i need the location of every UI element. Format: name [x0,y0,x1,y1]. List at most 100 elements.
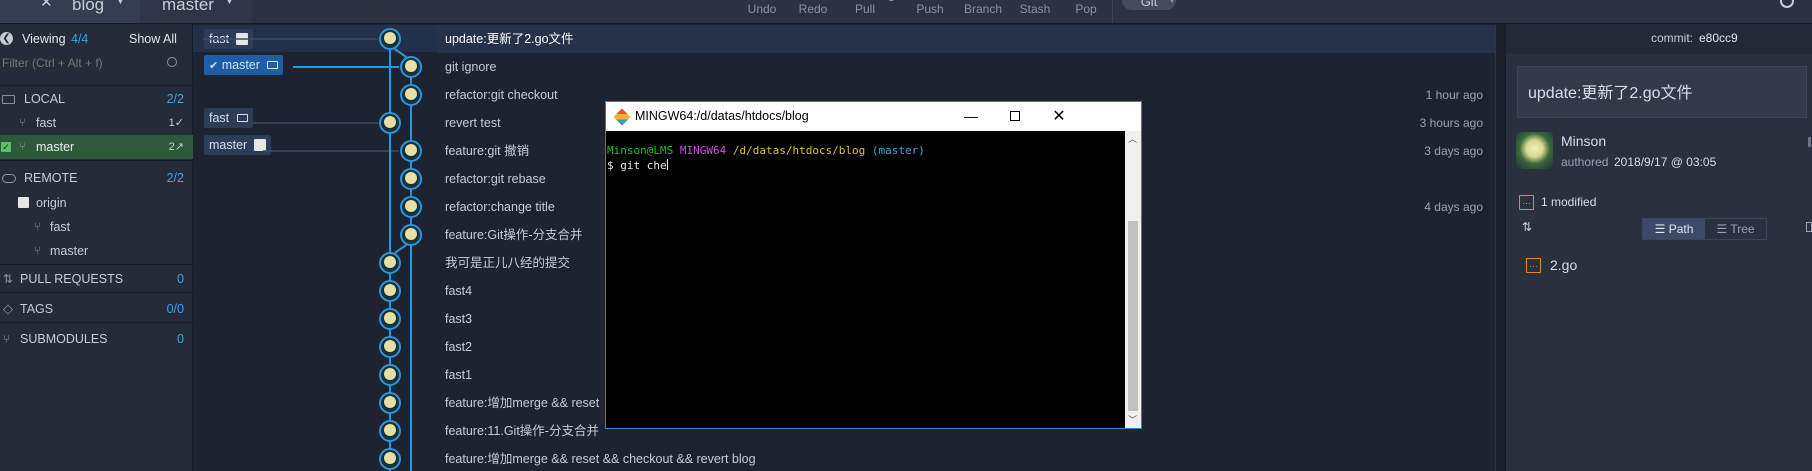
commit-avatar-icon [384,452,396,464]
path-view-label: Path [1668,222,1694,236]
local-branch-fast-status: 1✓ [168,117,184,129]
local-branch-master-status: 2↗ [168,141,184,153]
tab-repo[interactable]: blog [72,0,104,23]
edge-marker-icon [1806,222,1812,232]
commit-message: update:更新了2.go文件 [1528,85,1693,102]
commit-avatar-icon [384,312,396,324]
submodules-header[interactable]: ⑂ SUBMODULES 0 [0,327,193,351]
commit-hash-row: commit: e80cc9 [1506,24,1812,54]
edge-marker-icon [1808,137,1811,147]
file-row[interactable]: … 2.go [1506,254,1812,278]
terminal-title: MINGW64:/d/datas/htdocs/blog [635,109,809,123]
commit-message: refactor:git checkout [445,88,558,102]
terminal-titlebar[interactable]: MINGW64:/d/datas/htdocs/blog — ✕ [606,102,1141,131]
modified-file-icon: … [1526,258,1541,273]
viewing-row: ❮ Viewing 4/4 Show All [0,27,193,51]
remote-section-header[interactable]: REMOTE 2/2 [0,166,193,190]
tab-branch[interactable]: master [162,0,214,23]
local-branch-fast[interactable]: ⑂ fast 1✓ [0,111,193,135]
commit-avatar-icon [384,396,396,408]
show-all-button[interactable]: Show All [129,27,177,51]
local-section-header[interactable]: LOCAL 2/2 [0,87,193,111]
profile-dropdown-icon[interactable]: ▼ [1168,0,1176,5]
pop-label: Pop [1075,2,1097,16]
remote-branch-master[interactable]: ⑂ master [0,239,193,263]
branch-button[interactable]: Branch [958,0,1008,23]
maximize-button[interactable] [993,102,1037,131]
commit-list-scrollbar[interactable] [1495,24,1505,471]
file-name: 2.go [1550,257,1578,273]
pull-requests-label: PULL REQUESTS [20,272,124,286]
maximize-icon [1010,111,1020,121]
commit-date: 2018/9/17 @ 03:05 [1614,155,1717,169]
commit-avatar-icon [405,200,417,212]
author-name: Minson [1561,133,1607,149]
branch-dropdown-icon[interactable]: ▼ [225,0,234,6]
remote-origin-label: origin [36,196,67,210]
path-view-button[interactable]: ☰ Path [1643,219,1705,239]
commit-time: 4 days ago [1424,200,1483,214]
prompt-user: Minson@LMS [607,144,674,157]
undo-button[interactable]: Undo [742,0,782,23]
commit-graph [203,28,422,471]
undo-label: Undo [747,2,777,16]
search-icon[interactable] [1780,0,1794,8]
list-icon: ☰ [1654,222,1666,236]
sidebar-divider [0,264,193,265]
commit-message: revert test [445,116,501,130]
scroll-down-icon[interactable]: ﹀ [1128,413,1137,426]
close-tab-icon[interactable]: ✕ [40,0,53,11]
commit-message: fast2 [445,340,473,354]
commit-message: git ignore [445,60,497,74]
submodules-count: 0 [177,332,184,346]
filter-box[interactable] [0,52,193,74]
pull-dropdown-icon[interactable]: ▲ [888,0,895,3]
pull-requests-header[interactable]: ⇅ PULL REQUESTS 0 [0,267,193,291]
remote-branch-master-label: master [50,244,89,258]
pop-button[interactable]: Pop [1068,0,1104,23]
sort-icon[interactable]: ⇅ [1522,220,1532,234]
local-branch-master[interactable]: ✓ ⑂ master 2↗ [0,135,193,159]
redo-button[interactable]: Redo [793,0,833,23]
close-button[interactable]: ✕ [1037,102,1081,131]
push-button[interactable]: Push [910,0,950,23]
remote-count: 2/2 [166,171,184,185]
tags-header[interactable]: ◇ TAGS 0/0 [0,297,193,321]
commit-avatar-icon [405,172,417,184]
redo-label: Redo [798,2,828,16]
commit-time: 3 days ago [1424,144,1483,158]
back-icon[interactable]: ❮ [0,32,13,45]
branch-icon: ⑂ [34,245,41,257]
remote-origin[interactable]: origin [0,191,193,215]
commit-row[interactable]: feature:增加merge && reset && checkout && … [437,445,1495,471]
commit-row[interactable]: update:更新了2.go文件 [437,25,1495,53]
commit-avatar-icon [405,228,417,240]
scroll-up-icon[interactable]: ︿ [1128,132,1137,145]
laptop-icon [2,95,15,104]
toolbar: ✕ blog ▼ master ▼ Undo Redo Pull ▲ Push … [0,0,1812,24]
terminal-prompt-line: Minson@LMS MINGW64 /d/datas/htdocs/blog … [607,143,1125,158]
commit-avatar-icon [384,284,396,296]
terminal-window[interactable]: MINGW64:/d/datas/htdocs/blog — ✕ Minson@… [605,101,1142,429]
profile-label: Git [1140,0,1158,9]
submodule-icon: ⑂ [3,332,11,346]
minimize-button[interactable]: — [949,102,993,131]
pull-button[interactable]: Pull [845,0,885,23]
terminal-output[interactable]: Minson@LMS MINGW64 /d/datas/htdocs/blog … [606,131,1125,428]
filter-input[interactable] [2,53,162,73]
stash-button[interactable]: Stash [1015,0,1055,23]
scroll-thumb[interactable] [1128,221,1138,411]
tree-view-button[interactable]: ☰ Tree [1705,219,1766,239]
terminal-scrollbar[interactable]: ︿ ﹀ [1125,131,1141,428]
remote-branch-fast[interactable]: ⑂ fast [0,215,193,239]
cloud-icon [2,174,16,183]
tags-count: 0/0 [166,302,184,316]
commit-avatar-icon [405,60,417,72]
remote-label: REMOTE [24,171,78,185]
remote-avatar-icon [18,197,29,208]
sidebar-divider [0,292,193,293]
commit-hash[interactable]: e80cc9 [1699,31,1738,45]
commit-row[interactable]: git ignore [437,53,1495,81]
left-sidebar: ❮ Viewing 4/4 Show All LOCAL 2/2 ⑂ fast … [0,24,193,471]
repo-dropdown-icon[interactable]: ▼ [116,0,125,6]
